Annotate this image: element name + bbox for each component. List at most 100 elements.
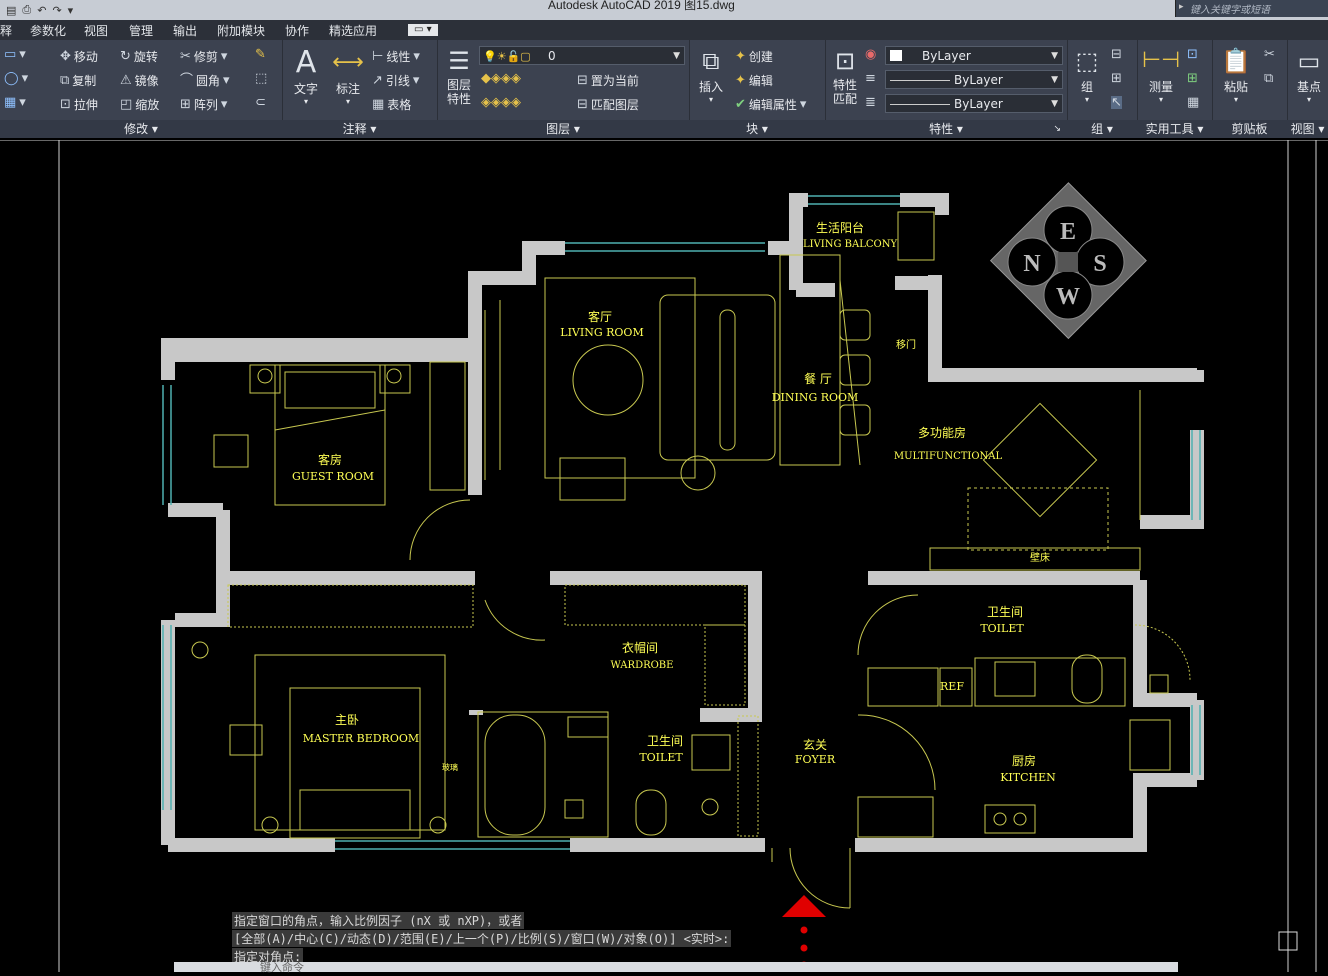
- utilities-panel: ⊢⊣ 测量 ▾ ⊡ ⊞ ▦ 实用工具 ▾: [1137, 40, 1213, 138]
- insert-button[interactable]: ⧉ 插入 ▾: [693, 44, 729, 104]
- redo-icon[interactable]: ↷: [52, 4, 61, 17]
- ribbon-toggle-button[interactable]: ▭ ▾: [408, 24, 438, 36]
- label-toilet2-en: TOILET: [639, 751, 683, 764]
- tab-addins[interactable]: 附加模块: [217, 22, 265, 39]
- view-panel-footer[interactable]: 视图 ▾: [1287, 120, 1328, 138]
- ellipse-icon: ◯: [4, 71, 19, 86]
- erase-button[interactable]: ✎: [255, 48, 266, 61]
- trim-button[interactable]: ✂ 修剪 ▾: [180, 48, 227, 65]
- label-toilet2-cn: 卫生间: [647, 734, 683, 748]
- dimension-button[interactable]: ⟷ 标注 ▾: [328, 46, 368, 106]
- group-panel-footer[interactable]: 组 ▾: [1067, 120, 1137, 138]
- color-dropdown[interactable]: ByLayer ▼: [885, 46, 1063, 65]
- offset-icon: ⊂: [255, 95, 266, 110]
- stretch-button[interactable]: ⊡ 拉伸: [60, 96, 98, 113]
- group-button[interactable]: ⬚ 组 ▾: [1069, 44, 1105, 104]
- create-block-icon: ✦: [735, 49, 746, 64]
- leader-button[interactable]: ↗ 引线 ▾: [372, 72, 419, 89]
- label-dining-en: DINING ROOM: [772, 391, 859, 404]
- clipboard-paste-icon: 📋: [1221, 47, 1251, 75]
- match-layer-button[interactable]: ⊟ 匹配图层: [577, 96, 639, 113]
- lineweight-icon: ≣: [865, 95, 876, 110]
- paste-button[interactable]: 📋 粘贴 ▾: [1214, 44, 1258, 104]
- label-guest-en: GUEST ROOM: [292, 470, 374, 483]
- label-toilet1-en: TOILET: [980, 622, 1024, 635]
- table-button[interactable]: ▦ 表格: [372, 96, 411, 113]
- rectangle-tool[interactable]: ▭ ▾: [4, 48, 26, 61]
- customize-icon[interactable]: ▾: [68, 4, 74, 17]
- tab-output[interactable]: 输出: [173, 22, 197, 39]
- measure-button[interactable]: ⊢⊣ 测量 ▾: [1139, 44, 1183, 104]
- command-input[interactable]: 键入命令: [260, 959, 304, 975]
- tab-annotate-partial[interactable]: 释: [0, 22, 12, 39]
- label-toilet1-cn: 卫生间: [987, 605, 1023, 619]
- quick-select-icon[interactable]: ⊡: [1187, 48, 1198, 61]
- copy-button[interactable]: ⧉ 复制: [60, 72, 96, 89]
- compass-east: E: [1060, 219, 1076, 245]
- match-properties-button[interactable]: ⊡ 特性 匹配: [827, 44, 863, 106]
- move-button[interactable]: ✥ 移动: [60, 48, 98, 65]
- label-foyer-cn: 玄关: [803, 737, 827, 752]
- ungroup-icon[interactable]: ⊟: [1111, 48, 1122, 61]
- save-icon[interactable]: ▤: [6, 4, 16, 17]
- tab-collaborate[interactable]: 协作: [285, 22, 309, 39]
- undo-icon[interactable]: ↶: [37, 4, 46, 17]
- tab-view[interactable]: 视图: [84, 22, 108, 39]
- chevron-right-icon: ▸: [1179, 2, 1184, 12]
- drawing-canvas[interactable]: E N S W 生活阳台 LIVING BALCONY 客厅 LIVING RO…: [0, 139, 1328, 972]
- calculator-icon[interactable]: ▦: [1187, 96, 1199, 109]
- edit-attributes-button[interactable]: ✔ 编辑属性 ▾: [735, 96, 806, 113]
- set-current-button[interactable]: ⊟ 置为当前: [577, 72, 639, 89]
- array-button[interactable]: ⊞ 阵列 ▾: [180, 96, 227, 113]
- hatch-tool[interactable]: ▦ ▾: [4, 96, 26, 109]
- ellipse-tool[interactable]: ◯ ▾: [4, 72, 28, 85]
- annotation-panel-footer[interactable]: 注释 ▾: [282, 120, 437, 138]
- offset-button[interactable]: ⊂: [255, 96, 266, 109]
- tab-featured-apps[interactable]: 精选应用: [329, 22, 377, 39]
- ribbon-tabs: 释 参数化 视图 管理 输出 附加模块 协作 精选应用 ▭ ▾: [0, 20, 1328, 41]
- label-master-cn: 主卧: [335, 713, 359, 727]
- label-wardrobe-en: WARDROBE: [611, 660, 674, 671]
- tab-parametric[interactable]: 参数化: [30, 22, 66, 39]
- edit-block-button[interactable]: ✦ 编辑: [735, 72, 773, 89]
- trim-icon: ✂: [180, 49, 191, 64]
- scale-button[interactable]: ◰ 缩放: [120, 96, 159, 113]
- search-input[interactable]: 键入关键字或短语: [1190, 1, 1270, 16]
- group-select-icon[interactable]: ↖: [1111, 96, 1122, 109]
- layer-properties-button[interactable]: ☰ 图层 特性: [441, 44, 477, 106]
- label-kitchen-en: KITCHEN: [1000, 771, 1056, 784]
- print-icon[interactable]: ⎙: [22, 3, 31, 17]
- fillet-button[interactable]: ⌒ 圆角 ▾: [180, 72, 230, 89]
- select-all-icon[interactable]: ⊞: [1187, 72, 1198, 85]
- label-ref: REF: [940, 680, 964, 693]
- window-title: Autodesk AutoCAD 2019 图15.dwg: [548, 0, 735, 12]
- linetype-dropdown[interactable]: ByLayer ▼: [885, 70, 1063, 89]
- modify-panel-footer[interactable]: 修改 ▾: [0, 120, 282, 138]
- fillet-icon: ⌒: [180, 73, 194, 88]
- layer-dropdown[interactable]: 💡☀🔓▢ 0 ▼: [479, 46, 685, 65]
- create-block-button[interactable]: ✦ 创建: [735, 48, 773, 65]
- layer-tools-row2[interactable]: ◈◈◈◈: [481, 96, 521, 109]
- block-panel-footer[interactable]: 块 ▾: [689, 120, 825, 138]
- layers-panel-footer[interactable]: 图层 ▾: [437, 120, 689, 138]
- view-panel: ▭ 基点 ▾ 视图 ▾: [1287, 40, 1328, 138]
- text-button[interactable]: A 文字 ▾: [288, 46, 324, 107]
- lineweight-dropdown[interactable]: ByLayer ▼: [885, 94, 1063, 113]
- group-edit-icon[interactable]: ⊞: [1111, 72, 1122, 85]
- copy-clip-icon[interactable]: ⧉: [1264, 72, 1273, 85]
- mirror-button[interactable]: ⚠ 镜像: [120, 72, 159, 89]
- command-input-bar[interactable]: 键入命令: [174, 959, 1178, 975]
- search-box[interactable]: ▸ 键入关键字或短语: [1175, 0, 1328, 17]
- properties-panel-footer[interactable]: 特性 ▾ ↘: [825, 120, 1067, 138]
- move-icon: ✥: [60, 49, 71, 64]
- layer-tools-row1[interactable]: ◆◈◈◈: [481, 72, 521, 85]
- cut-icon[interactable]: ✂: [1264, 48, 1275, 61]
- linear-button[interactable]: ⊢ 线性 ▾: [372, 48, 420, 65]
- scale-icon: ◰: [120, 97, 133, 112]
- label-living-cn: 客厅: [588, 309, 612, 324]
- explode-button[interactable]: ⬚: [255, 72, 267, 85]
- rotate-button[interactable]: ↻ 旋转: [120, 48, 158, 65]
- tab-manage[interactable]: 管理: [129, 22, 153, 39]
- base-point-button[interactable]: ▭ 基点 ▾: [1289, 44, 1328, 104]
- utilities-panel-footer[interactable]: 实用工具 ▾: [1137, 120, 1212, 138]
